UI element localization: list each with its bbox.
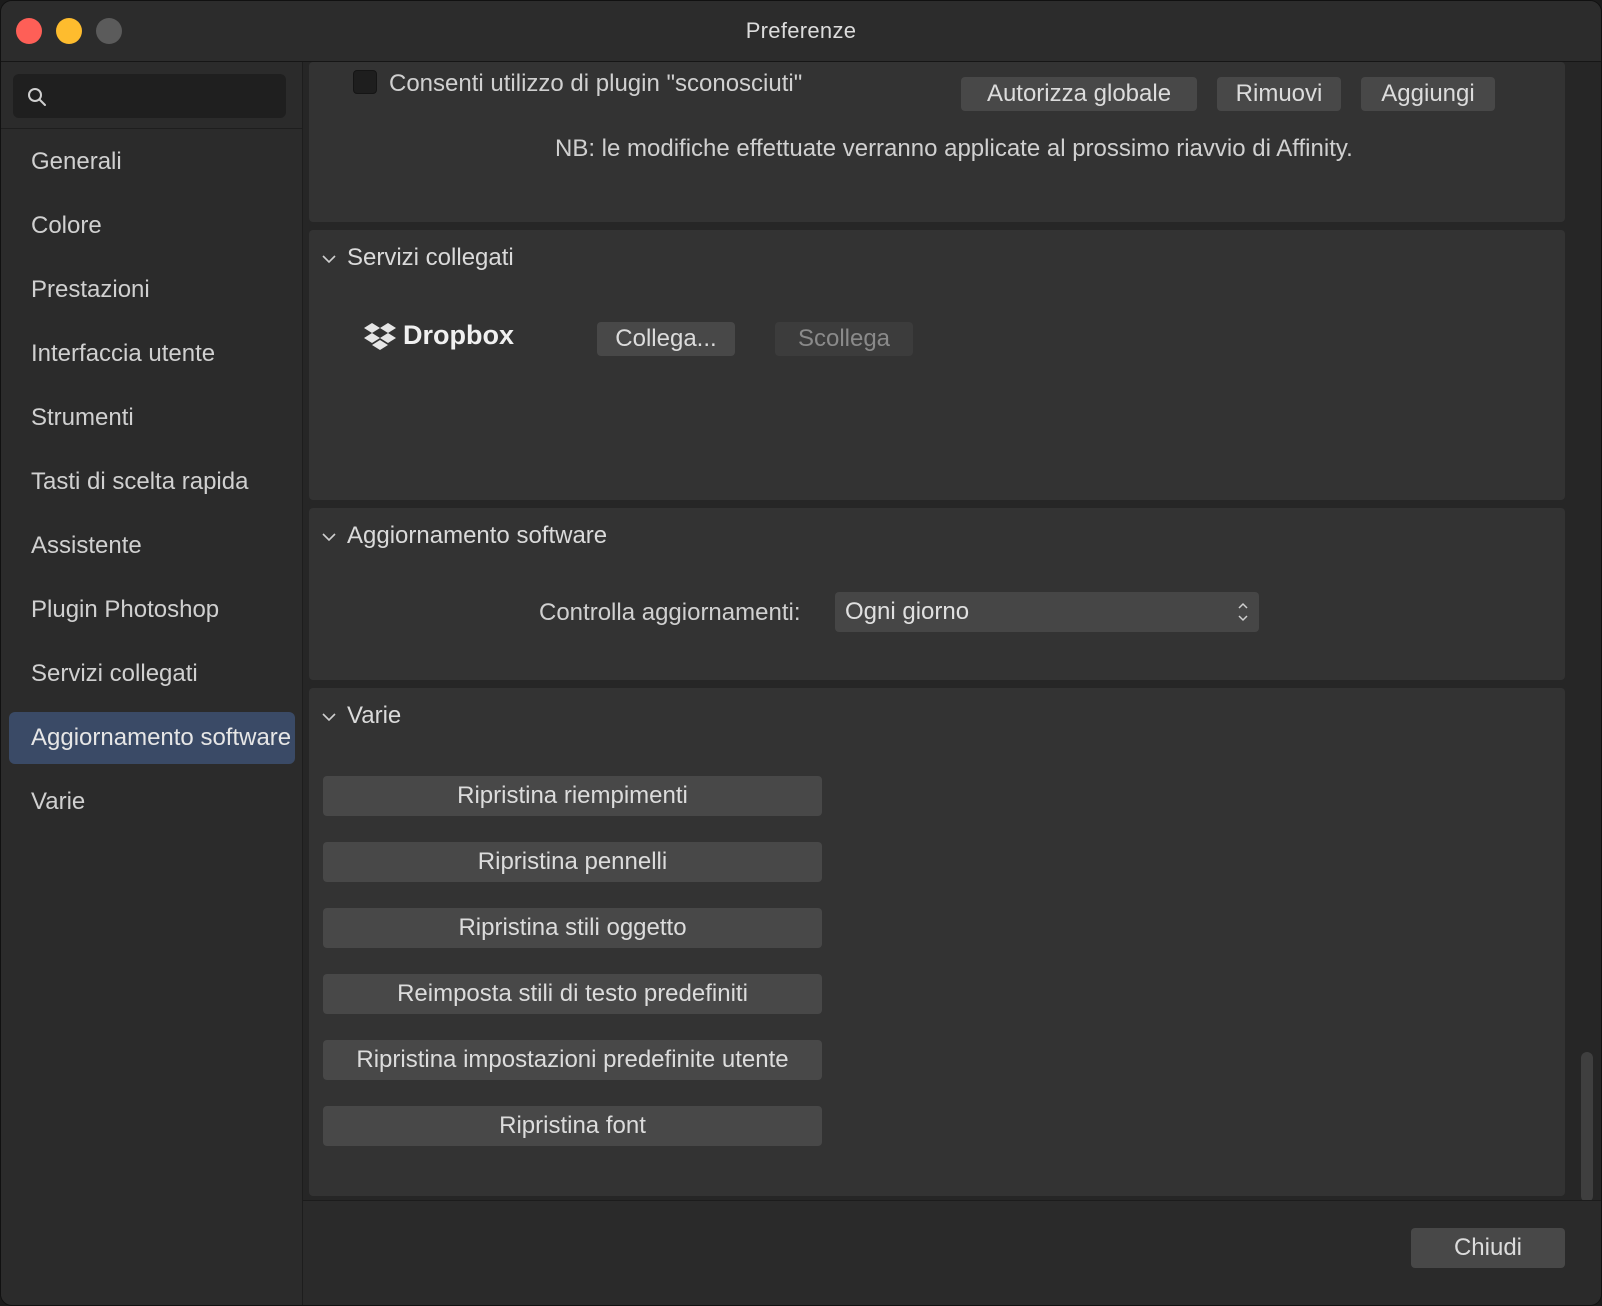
check-updates-value: Ogni giorno	[845, 598, 970, 625]
title-bar: Preferenze	[1, 1, 1601, 62]
disconnect-dropbox-button[interactable]: Scollega	[775, 322, 913, 356]
software-update-panel: Aggiornamento software Controlla aggiorn…	[309, 508, 1565, 680]
allow-unknown-plugins-label: Consenti utilizzo di plugin "sconosciuti…	[389, 70, 803, 97]
misc-panel: Varie Ripristina riempimenti Ripristina …	[309, 688, 1565, 1196]
reset-object-styles-button[interactable]: Ripristina stili oggetto	[323, 908, 822, 948]
sidebar: Generali Colore Prestazioni Interfaccia …	[1, 62, 303, 1305]
chevron-down-icon	[322, 533, 336, 541]
misc-title: Varie	[347, 702, 402, 729]
sidebar-item-servizi-collegati[interactable]: Servizi collegati	[9, 648, 295, 700]
window-title: Preferenze	[745, 18, 857, 43]
software-update-header[interactable]: Aggiornamento software	[319, 522, 607, 550]
misc-header[interactable]: Varie	[319, 702, 401, 730]
search-field[interactable]	[13, 74, 286, 118]
reset-fonts-button[interactable]: Ripristina font	[323, 1106, 822, 1146]
close-button[interactable]: Chiudi	[1411, 1228, 1565, 1268]
allow-unknown-plugins-checkbox[interactable]	[353, 70, 377, 94]
add-plugin-button[interactable]: Aggiungi	[1361, 77, 1495, 111]
dropbox-label: Dropbox	[403, 320, 514, 350]
preferences-window: Preferenze Generali Colore Prestazioni I…	[0, 0, 1602, 1306]
search-input[interactable]	[57, 80, 281, 112]
connect-dropbox-button[interactable]: Collega...	[597, 322, 735, 356]
chevron-down-icon	[322, 255, 336, 263]
authorize-global-button[interactable]: Autorizza globale	[961, 77, 1197, 111]
sidebar-item-generali[interactable]: Generali	[9, 136, 295, 188]
sidebar-divider	[1, 128, 302, 129]
select-arrows-icon	[1238, 602, 1248, 622]
sidebar-item-colore[interactable]: Colore	[9, 200, 295, 252]
sidebar-item-prestazioni[interactable]: Prestazioni	[9, 264, 295, 316]
sidebar-item-varie[interactable]: Varie	[9, 776, 295, 828]
plugins-panel: Consenti utilizzo di plugin "sconosciuti…	[309, 62, 1565, 222]
reset-text-styles-button[interactable]: Reimposta stili di testo predefiniti	[323, 974, 822, 1014]
remove-plugin-button[interactable]: Rimuovi	[1217, 77, 1341, 111]
sidebar-item-plugin-photoshop[interactable]: Plugin Photoshop	[9, 584, 295, 636]
dropbox-logo: Dropbox	[363, 320, 523, 354]
sidebar-item-tasti-di-scelta-rapida[interactable]: Tasti di scelta rapida	[9, 456, 295, 508]
restart-note: NB: le modifiche effettuate verranno app…	[555, 135, 1353, 162]
software-update-title: Aggiornamento software	[347, 522, 608, 549]
footer-bar: Chiudi	[303, 1200, 1601, 1305]
check-updates-select[interactable]: Ogni giorno	[835, 592, 1259, 632]
content-area: Consenti utilizzo di plugin "sconosciuti…	[303, 62, 1601, 1305]
check-updates-label: Controlla aggiornamenti:	[539, 599, 801, 626]
linked-services-header[interactable]: Servizi collegati	[319, 244, 514, 272]
sidebar-item-aggiornamento-software[interactable]: Aggiornamento software	[9, 712, 295, 764]
dropbox-icon	[364, 323, 396, 350]
linked-services-panel: Servizi collegati Dropbox Collega... Sco…	[309, 230, 1565, 500]
linked-services-title: Servizi collegati	[347, 244, 514, 271]
chevron-down-icon	[322, 713, 336, 721]
sidebar-item-interfaccia-utente[interactable]: Interfaccia utente	[9, 328, 295, 380]
search-icon	[28, 88, 46, 106]
vertical-scrollbar[interactable]	[1581, 1052, 1593, 1202]
sidebar-item-assistente[interactable]: Assistente	[9, 520, 295, 572]
reset-fills-button[interactable]: Ripristina riempimenti	[323, 776, 822, 816]
sidebar-item-strumenti[interactable]: Strumenti	[9, 392, 295, 444]
reset-user-defaults-button[interactable]: Ripristina impostazioni predefinite uten…	[323, 1040, 822, 1080]
reset-brushes-button[interactable]: Ripristina pennelli	[323, 842, 822, 882]
